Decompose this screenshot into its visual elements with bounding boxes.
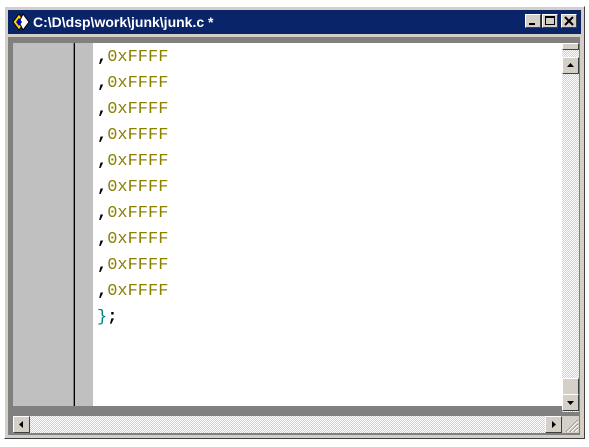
maximize-button[interactable] [542,14,558,28]
comma: , [97,126,108,145]
scroll-right-button[interactable] [545,416,562,433]
code-line[interactable]: ,0xFFFF [97,45,168,71]
hex-literal: 0xFFFF [107,152,169,171]
comma: , [97,100,108,119]
code-line[interactable]: ,0xFFFF [97,97,168,123]
horizontal-scrollbar[interactable] [13,416,562,433]
hex-literal: 0xFFFF [107,256,169,275]
hex-literal: 0xFFFF [107,126,169,145]
code-line-closing[interactable]: }; [97,305,117,331]
hex-literal: 0xFFFF [107,178,169,197]
comma: , [97,282,108,301]
code-line[interactable]: ,0xFFFF [97,253,168,279]
resize-grip-icon [565,419,579,433]
closing-brace: } [97,308,108,327]
close-icon [564,16,574,26]
minimize-button[interactable] [525,14,541,28]
comma: , [97,74,108,93]
close-button[interactable] [561,14,577,28]
comma: , [97,256,108,275]
hex-literal: 0xFFFF [107,230,169,249]
vertical-scrollbar[interactable] [562,43,579,412]
arrow-down-icon [567,401,574,405]
editor-app-icon[interactable] [12,13,30,31]
split-handle-bottom[interactable] [562,378,579,395]
code-line[interactable]: ,0xFFFF [97,227,168,253]
maximize-icon [545,16,555,25]
fold-margin[interactable] [75,43,93,406]
resize-grip[interactable] [562,416,579,433]
minimize-icon [529,23,535,25]
window-title: C:\D\dsp\work\junk\junk.c * [33,14,214,30]
comma: , [97,152,108,171]
code-line[interactable]: ,0xFFFF [97,279,168,305]
code-editor[interactable]: ,0xFFFF ,0xFFFF ,0xFFFF ,0xFFFF ,0xFFFF … [93,43,562,406]
arrow-up-icon [567,63,574,67]
comma: , [97,204,108,223]
hex-literal: 0xFFFF [107,74,169,93]
line-number-gutter[interactable] [13,43,73,406]
code-line[interactable]: ,0xFFFF [97,149,168,175]
comma: , [97,48,108,67]
arrow-right-icon [552,421,556,428]
arrow-left-icon [19,421,23,428]
scroll-down-button[interactable] [562,394,579,411]
hex-literal: 0xFFFF [107,48,169,67]
code-line[interactable]: ,0xFFFF [97,71,168,97]
hex-literal: 0xFFFF [107,100,169,119]
scroll-up-button[interactable] [562,57,579,74]
code-line[interactable]: ,0xFFFF [97,123,168,149]
semicolon: ; [107,308,118,327]
vertical-scroll-track[interactable] [562,43,579,412]
scroll-left-button[interactable] [13,416,30,433]
title-bar[interactable]: C:\D\dsp\work\junk\junk.c * [8,10,581,34]
comma: , [97,230,108,249]
hex-literal: 0xFFFF [107,282,169,301]
code-line[interactable]: ,0xFFFF [97,175,168,201]
comma: , [97,178,108,197]
split-handle[interactable] [562,43,579,50]
hex-literal: 0xFFFF [107,204,169,223]
editor-window: C:\D\dsp\work\junk\junk.c * ,0xFFFF ,0xF… [4,6,585,439]
code-line[interactable]: ,0xFFFF [97,201,168,227]
